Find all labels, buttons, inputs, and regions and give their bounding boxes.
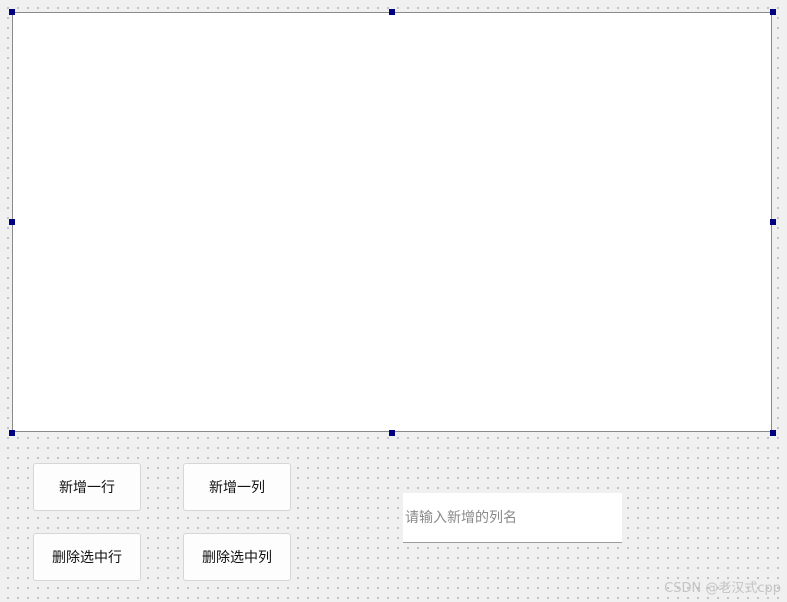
table-widget[interactable] <box>12 12 772 432</box>
selection-handle-middle-right[interactable] <box>770 219 776 225</box>
selection-handle-top-center[interactable] <box>389 9 395 15</box>
selection-handle-bottom-right[interactable] <box>770 430 776 436</box>
selection-handle-middle-left[interactable] <box>9 219 15 225</box>
watermark: CSDN @老汉式cpp <box>664 581 781 596</box>
selection-handle-bottom-left[interactable] <box>9 430 15 436</box>
selection-handle-bottom-center[interactable] <box>389 430 395 436</box>
selection-handle-top-left[interactable] <box>9 9 15 15</box>
add-row-button[interactable]: 新增一行 <box>33 463 141 511</box>
selection-handle-top-right[interactable] <box>770 9 776 15</box>
add-column-button[interactable]: 新增一列 <box>183 463 291 511</box>
column-name-input[interactable] <box>403 493 622 543</box>
delete-selected-column-button[interactable]: 删除选中列 <box>183 533 291 581</box>
delete-selected-row-button[interactable]: 删除选中行 <box>33 533 141 581</box>
